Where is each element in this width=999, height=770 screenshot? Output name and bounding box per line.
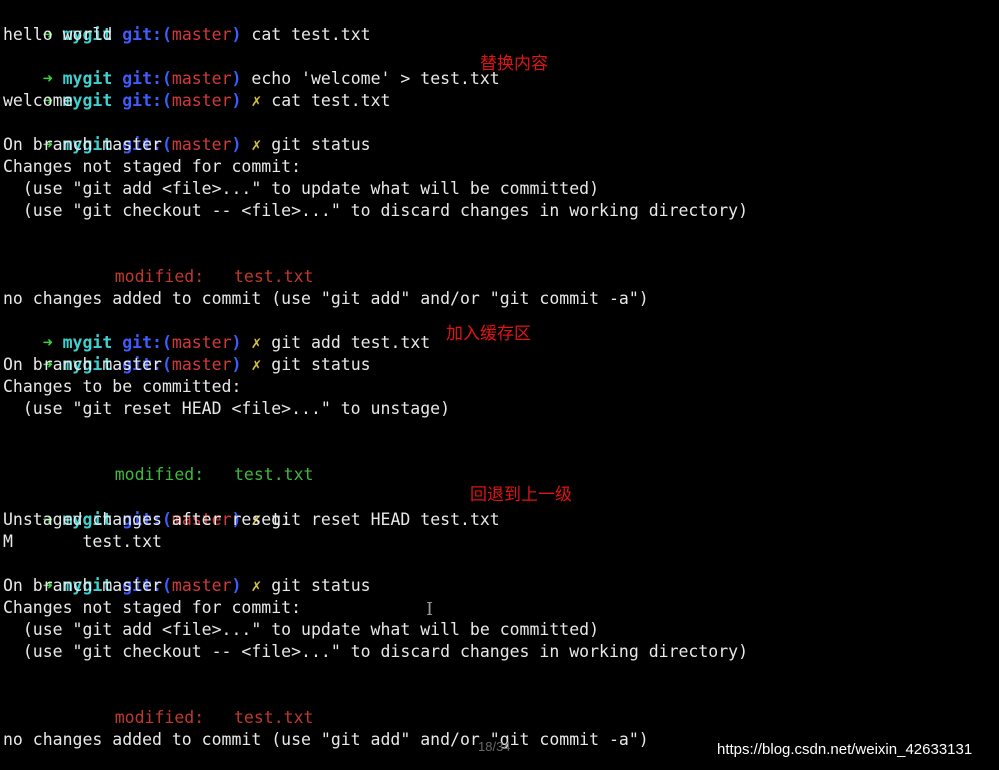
- terminal-window[interactable]: ➜ mygit git:(master) cat test.txt hello …: [0, 0, 999, 770]
- output-line: (use "git add <file>..." to update what …: [3, 179, 600, 198]
- text-cursor-icon: I: [426, 599, 434, 620]
- prompt-line: ➜ mygit git:(master) echo 'welcome' > te…: [3, 46, 500, 88]
- dirty-mark-icon: ✗: [251, 135, 262, 154]
- command-text: git reset HEAD test.txt: [271, 510, 500, 529]
- prompt-line[interactable]: ➜ mygit git:(master) ✗: [3, 751, 261, 770]
- annotation-rollback: 回退到上一级: [470, 485, 572, 505]
- prompt-branch: master: [171, 91, 232, 110]
- output-line: (use "git checkout -- <file>..." to disc…: [3, 201, 749, 220]
- prompt-git-open: git:(: [122, 91, 172, 110]
- prompt-git-close: ): [231, 576, 242, 595]
- prompt-branch: master: [171, 25, 232, 44]
- annotation-add-to-stage: 加入缓存区: [446, 324, 531, 344]
- prompt-git-open: git:(: [122, 25, 172, 44]
- output-line: (use "git add <file>..." to update what …: [3, 620, 600, 639]
- prompt-line: ➜ mygit git:(master) ✗ git reset HEAD te…: [3, 487, 500, 529]
- output-line: no changes added to commit (use "git add…: [3, 730, 649, 749]
- prompt-branch: master: [171, 355, 232, 374]
- output-line: hello world: [3, 25, 113, 44]
- prompt-line: ➜ mygit git:(master) ✗ cat test.txt: [3, 68, 391, 110]
- prompt-line: ➜ mygit git:(master) cat test.txt: [3, 2, 371, 44]
- prompt-git-close: ): [231, 135, 242, 154]
- output-line: no changes added to commit (use "git add…: [3, 289, 649, 308]
- prompt-line: ➜ mygit git:(master) ✗ git status: [3, 332, 371, 374]
- output-line: On branch master: [3, 576, 162, 595]
- prompt-line: ➜ mygit git:(master) ✗ git status: [3, 553, 371, 595]
- annotation-replace-content: 替换内容: [480, 54, 548, 74]
- prompt-branch: master: [171, 576, 232, 595]
- modified-file-line: modified: test.txt: [75, 244, 314, 286]
- output-line: On branch master: [3, 355, 162, 374]
- prompt-line: ➜ mygit git:(master) ✗ git status: [3, 112, 371, 154]
- command-text: git status: [271, 135, 371, 154]
- modified-file: test.txt: [233, 267, 314, 286]
- staged-file-line: modified: test.txt: [75, 442, 314, 484]
- prompt-line: ➜ mygit git:(master) ✗ git add test.txt: [3, 310, 430, 352]
- output-line: Changes not staged for commit:: [3, 598, 302, 617]
- output-line: On branch master: [3, 135, 162, 154]
- modified-file: test.txt: [233, 708, 314, 727]
- output-line: Unstaged changes after reset:: [3, 510, 292, 529]
- dirty-mark-icon: ✗: [251, 91, 262, 110]
- output-line: Changes not staged for commit:: [3, 157, 302, 176]
- command-text: cat test.txt: [251, 25, 371, 44]
- command-text: git status: [271, 576, 371, 595]
- output-line: M test.txt: [3, 532, 162, 551]
- modified-label: modified:: [114, 267, 205, 286]
- modified-file-line: modified: test.txt: [75, 685, 314, 727]
- modified-label: modified:: [114, 708, 205, 727]
- command-text: cat test.txt: [271, 91, 391, 110]
- prompt-git-close: ): [231, 25, 242, 44]
- command-text: git status: [271, 355, 371, 374]
- dirty-mark-icon: ✗: [251, 355, 262, 374]
- output-line: Changes to be committed:: [3, 377, 242, 396]
- page-indicator: 18/34: [478, 739, 511, 754]
- modified-label: modified:: [114, 465, 205, 484]
- dirty-mark-icon: ✗: [251, 576, 262, 595]
- output-line: welcome: [3, 91, 73, 110]
- watermark: https://blog.csdn.net/weixin_42633131: [717, 741, 973, 758]
- prompt-git-close: ): [231, 355, 242, 374]
- prompt-branch: master: [171, 135, 232, 154]
- output-line: (use "git checkout -- <file>..." to disc…: [3, 642, 749, 661]
- prompt-git-close: ): [231, 91, 242, 110]
- modified-file: test.txt: [233, 465, 314, 484]
- output-line: (use "git reset HEAD <file>..." to unsta…: [3, 399, 451, 418]
